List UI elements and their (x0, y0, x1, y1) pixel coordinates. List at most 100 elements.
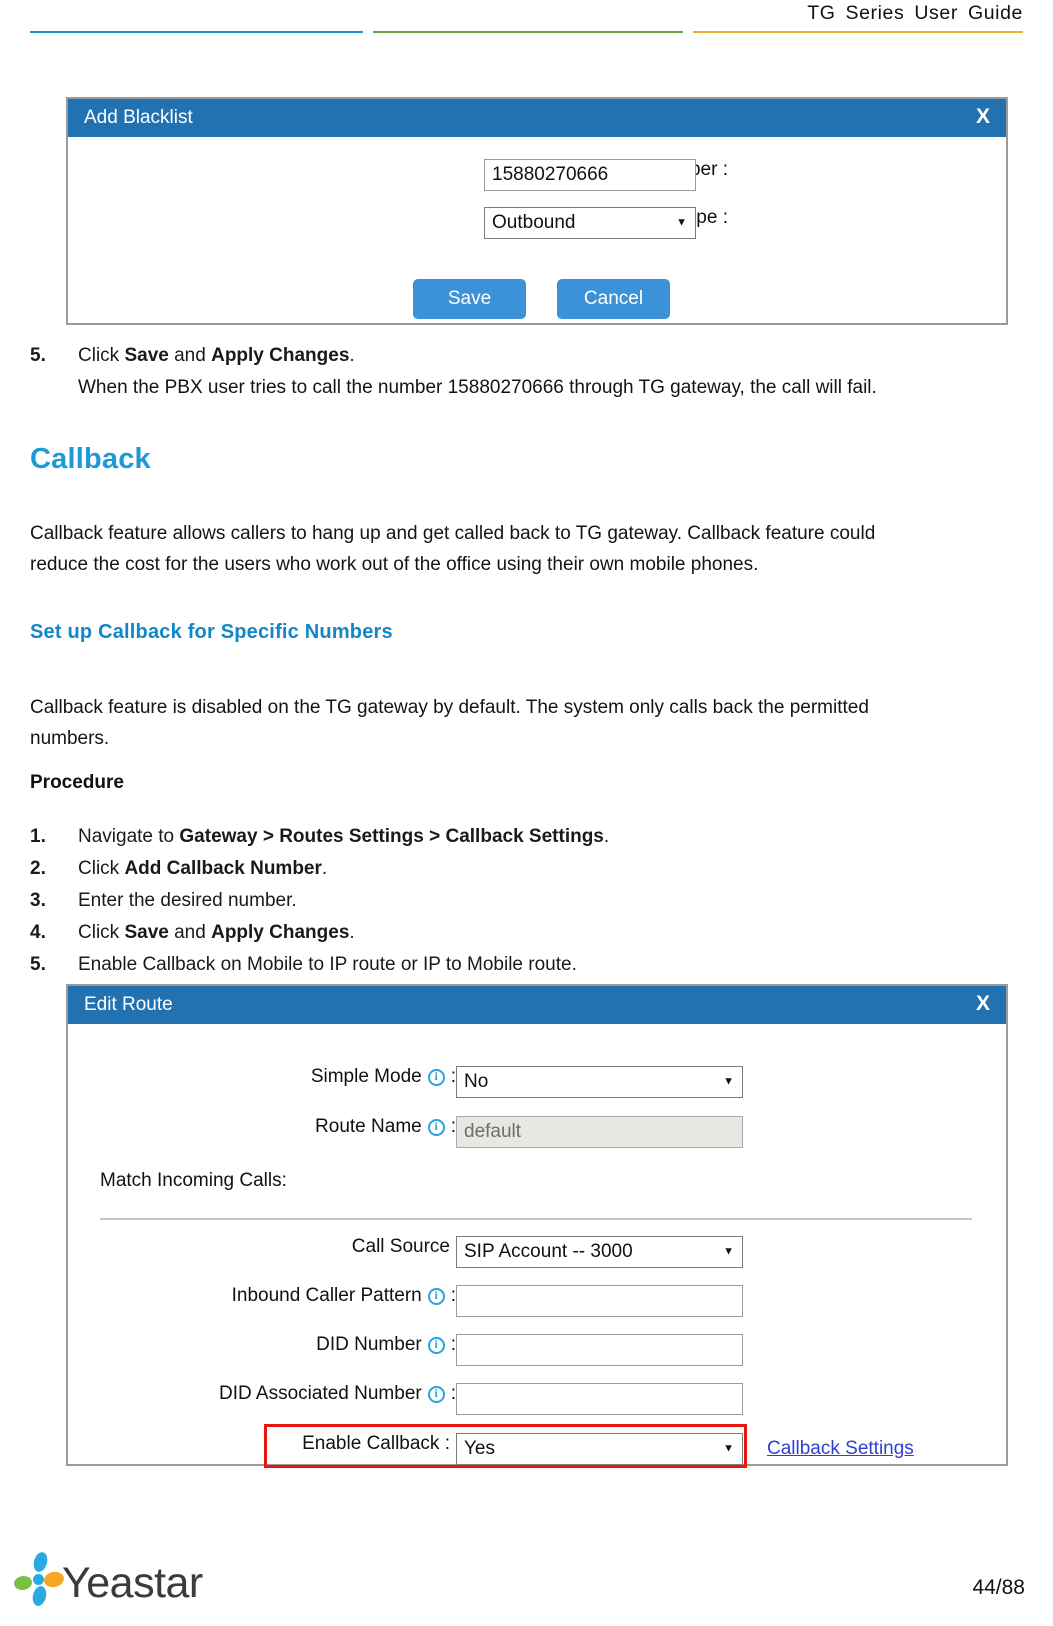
add-blacklist-title: Add Blacklist (84, 107, 193, 128)
route-name-row: Route Name : (68, 1116, 456, 1138)
did-number-row: DID Number : (68, 1334, 456, 1356)
header-rule-green (373, 31, 683, 33)
add-blacklist-dialog: Add Blacklist X Number : 15880270666 Typ… (66, 97, 1008, 325)
chevron-down-icon: ▼ (723, 1442, 734, 1455)
logo-petal-blue-bottom (30, 1584, 49, 1608)
inbound-caller-pattern-input[interactable] (456, 1285, 743, 1317)
procedure-item-4-number: 4. (30, 922, 46, 943)
step-5-text-c: . (349, 345, 355, 366)
procedure-item-4: 4. Click Save and Apply Changes. (30, 917, 355, 949)
edit-route-titlebar: Edit Route X (68, 986, 1006, 1024)
info-icon[interactable] (427, 1118, 445, 1136)
info-icon[interactable] (427, 1336, 445, 1354)
procedure-item-2-bold: Add Callback Number (124, 858, 322, 879)
procedure-item-5: 5. Enable Callback on Mobile to IP route … (30, 949, 577, 981)
callback-paragraph-line-2: reduce the cost for the users who work o… (30, 554, 759, 575)
did-number-label: DID Number (316, 1334, 422, 1355)
logo-petal-blue-top (31, 1550, 50, 1574)
route-name-value: default (464, 1121, 522, 1142)
chevron-down-icon: ▼ (723, 1075, 734, 1088)
yeastar-logo-icon (13, 1550, 66, 1608)
enable-callback-select[interactable]: Yes ▼ (456, 1433, 743, 1465)
add-blacklist-titlebar: Add Blacklist X (68, 99, 1006, 137)
info-icon[interactable] (427, 1385, 445, 1403)
section-divider (100, 1218, 972, 1220)
save-button-label: Save (447, 288, 492, 309)
save-button[interactable]: Save (413, 279, 526, 319)
callback-intro-line-2: numbers. (30, 728, 110, 749)
page-number: 44/88 (972, 1576, 1025, 1599)
enable-callback-value: Yes (464, 1438, 495, 1459)
type-select-value: Outbound (492, 212, 576, 233)
procedure-item-1-bold: Gateway > Routes Settings > Callback Set… (179, 826, 604, 847)
procedure-item-1-text: Navigate to (78, 826, 180, 847)
page-header: TG Series User Guide (0, 0, 1053, 45)
type-select[interactable]: Outbound ▼ (484, 207, 696, 239)
step-5-text-a: Click (78, 345, 125, 366)
add-blacklist-body: Number : 15880270666 Type : Outbound ▼ S… (68, 137, 1006, 325)
header-rule-blue (30, 31, 363, 33)
close-icon[interactable]: X (976, 992, 990, 1016)
yeastar-logo: Yeastar (13, 1550, 203, 1608)
procedure-item-4-bold-2: Apply Changes (211, 922, 350, 943)
simple-mode-select[interactable]: No ▼ (456, 1066, 743, 1098)
edit-route-body: Simple Mode : No ▼ Route Name : default … (68, 1024, 1006, 1468)
call-source-row: Call Source (68, 1236, 450, 1258)
number-input[interactable]: 15880270666 (484, 159, 696, 191)
route-name-input[interactable]: default (456, 1116, 743, 1148)
did-associated-number-label: DID Associated Number (218, 1383, 422, 1404)
logo-petal-green (13, 1574, 33, 1592)
procedure-item-3: 3. Enter the desired number. (30, 885, 297, 917)
procedure-item-2: 2. Click Add Callback Number. (30, 853, 327, 885)
procedure-item-4-text-end: . (349, 922, 355, 943)
procedure-item-4-text-mid: and (168, 922, 212, 943)
route-name-label: Route Name (315, 1116, 422, 1137)
chevron-down-icon: ▼ (676, 216, 687, 229)
call-source-value: SIP Account -- 3000 (464, 1241, 633, 1262)
step-5-subtext: When the PBX user tries to call the numb… (78, 377, 877, 398)
page-footer: Yeastar 44/88 (0, 1516, 1053, 1626)
procedure-item-2-text: Click (78, 858, 125, 879)
inbound-caller-pattern-label: Inbound Caller Pattern (231, 1285, 422, 1306)
step-5-text-b: and (168, 345, 212, 366)
yeastar-logo-text: Yeastar (62, 1559, 203, 1607)
step-5-bold-b: Apply Changes (211, 345, 350, 366)
step-5-row: 5. Click Save and Apply Changes. (30, 340, 355, 372)
inbound-caller-pattern-row: Inbound Caller Pattern : (68, 1285, 456, 1307)
match-incoming-calls-label: Match Incoming Calls: (100, 1170, 287, 1191)
subsection-heading-setup-callback: Set up Callback for Specific Numbers (30, 621, 393, 643)
simple-mode-label: Simple Mode (310, 1066, 422, 1087)
edit-route-title: Edit Route (84, 994, 173, 1015)
procedure-label: Procedure (30, 772, 124, 793)
header-rule-yellow (693, 31, 1023, 33)
section-heading-callback: Callback (30, 443, 151, 475)
step-5-number: 5. (30, 345, 46, 366)
callback-intro-line-1: Callback feature is disabled on the TG g… (30, 697, 869, 718)
cancel-button-label: Cancel (583, 288, 644, 309)
enable-callback-label: Enable Callback : (302, 1433, 450, 1454)
step-5-bold-a: Save (124, 345, 169, 366)
simple-mode-row: Simple Mode : (68, 1066, 456, 1088)
simple-mode-value: No (464, 1071, 489, 1092)
logo-dot-blue (33, 1574, 44, 1585)
enable-callback-row: Enable Callback : (68, 1433, 450, 1455)
call-source-select[interactable]: SIP Account -- 3000 ▼ (456, 1236, 743, 1268)
procedure-item-3-number: 3. (30, 890, 46, 911)
close-icon[interactable]: X (976, 105, 990, 129)
call-source-label: Call Source (351, 1236, 450, 1257)
did-number-input[interactable] (456, 1334, 743, 1366)
cancel-button[interactable]: Cancel (557, 279, 670, 319)
procedure-item-5-text: Enable Callback on Mobile to IP route or… (78, 954, 577, 975)
info-icon[interactable] (427, 1068, 445, 1086)
procedure-item-1: 1. Navigate to Gateway > Routes Settings … (30, 821, 609, 853)
edit-route-dialog: Edit Route X Simple Mode : No ▼ Route Na… (66, 984, 1008, 1468)
info-icon[interactable] (427, 1287, 445, 1305)
number-input-value: 15880270666 (492, 164, 609, 185)
procedure-item-1-text-end: . (603, 826, 610, 847)
callback-paragraph-line-1: Callback feature allows callers to hang … (30, 523, 876, 544)
procedure-item-4-text: Click (78, 922, 125, 943)
callback-settings-link[interactable]: Callback Settings (767, 1438, 914, 1460)
procedure-item-5-number: 5. (30, 954, 46, 975)
did-associated-number-input[interactable] (456, 1383, 743, 1415)
procedure-item-3-text: Enter the desired number. (78, 890, 297, 911)
